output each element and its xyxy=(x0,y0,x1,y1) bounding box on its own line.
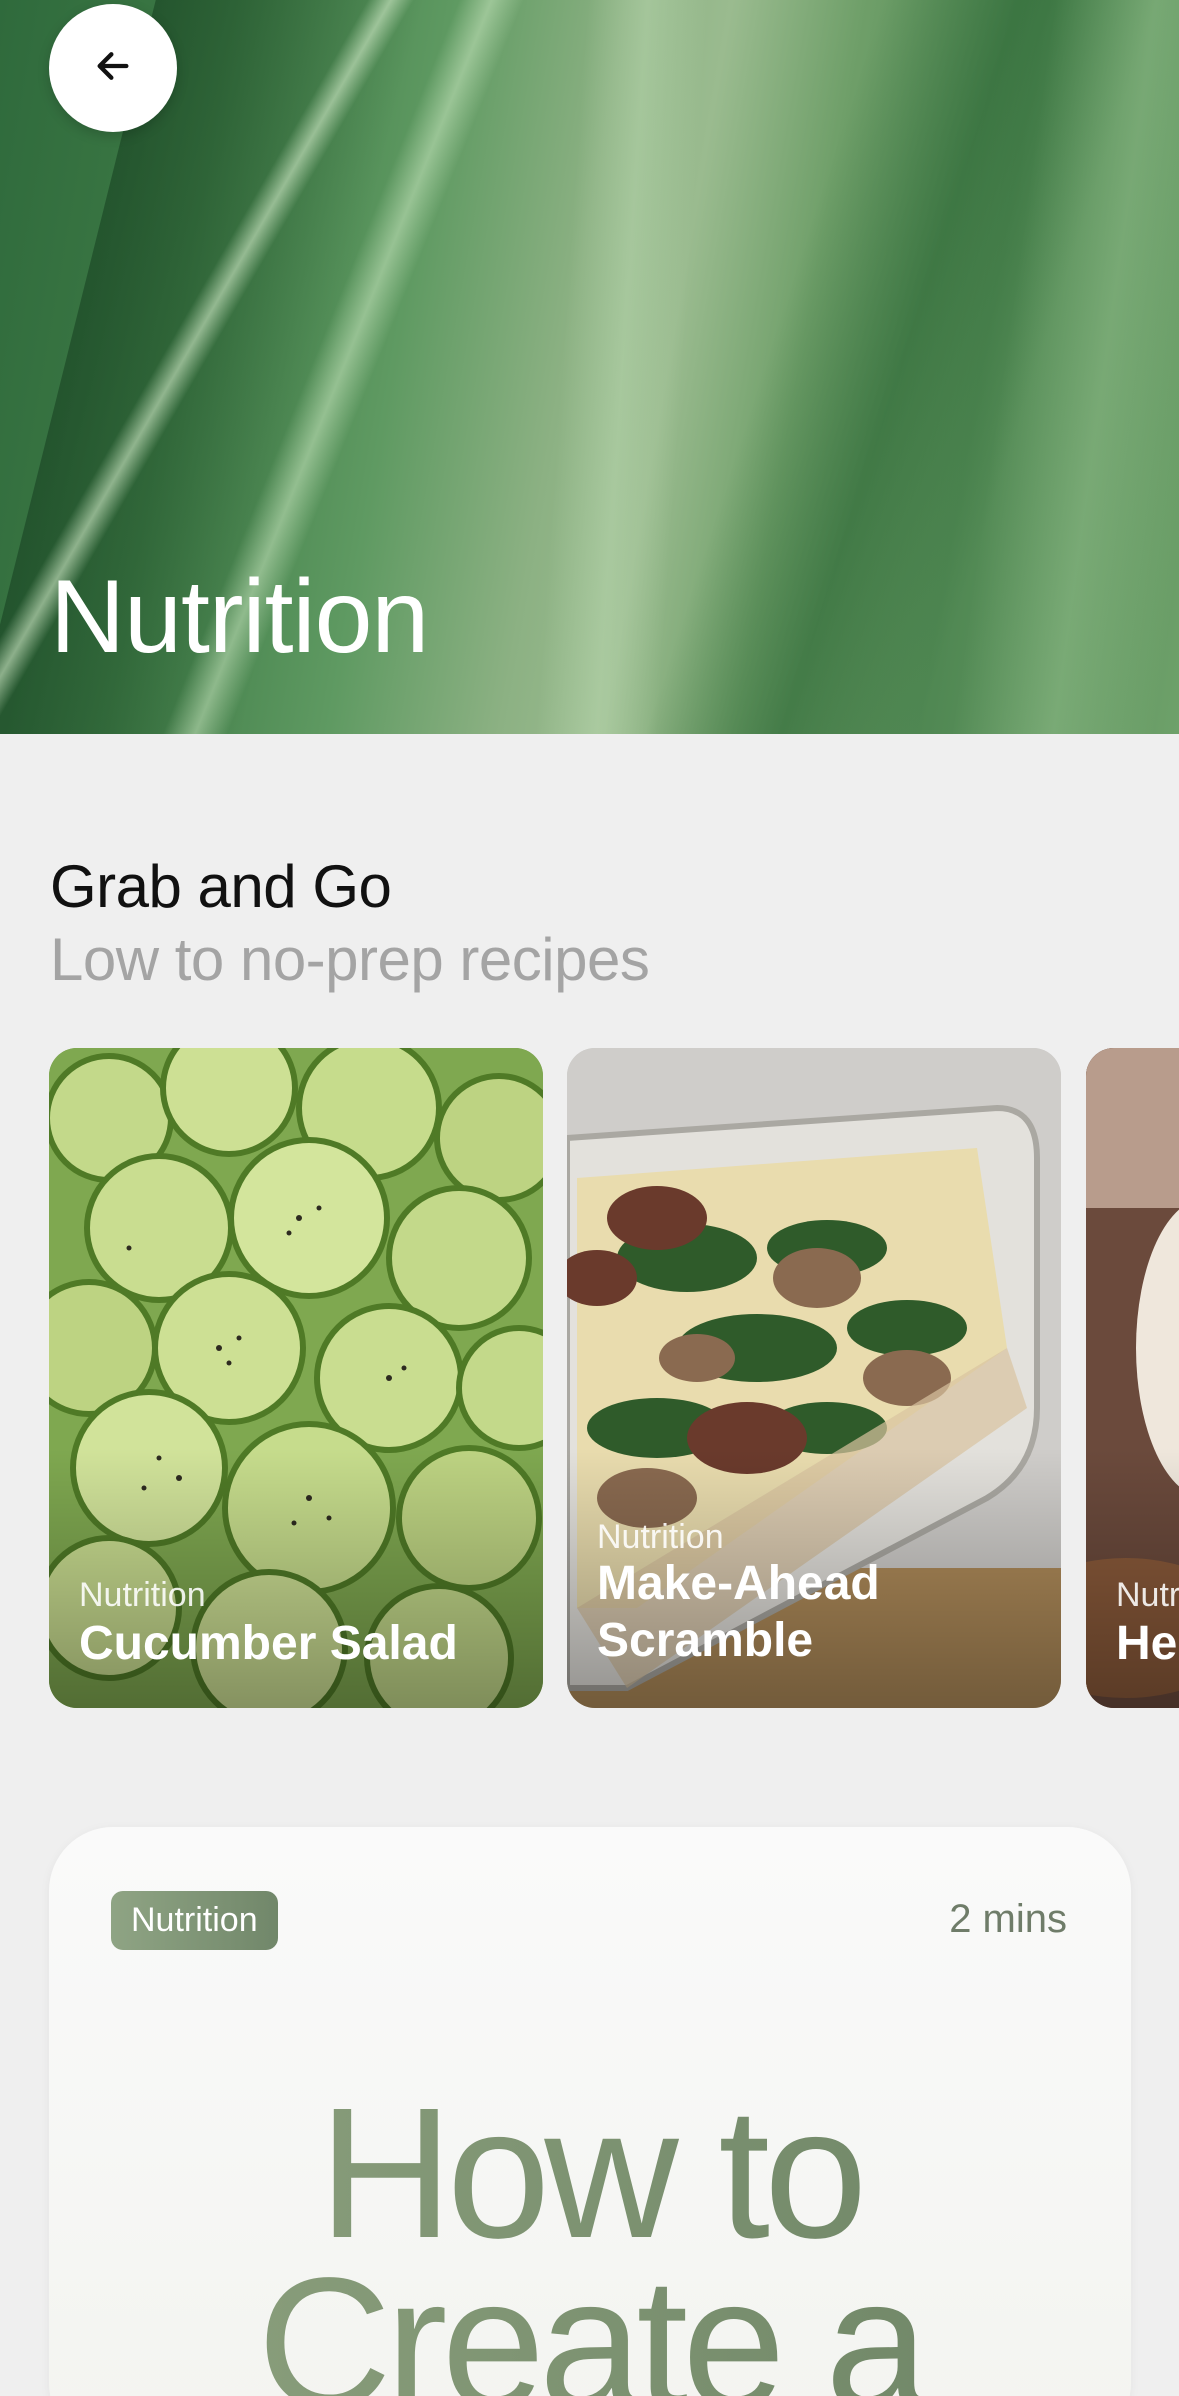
recipe-name: He xyxy=(1116,1617,1178,1670)
recipe-name: Make-Ahead Scramble xyxy=(597,1557,880,1667)
back-button[interactable] xyxy=(49,4,177,132)
arrow-left-icon xyxy=(93,46,133,91)
recipe-category: Nutrition xyxy=(1116,1576,1179,1614)
section-subtitle: Low to no-prep recipes xyxy=(50,926,650,993)
recipe-name: Cucumber Salad xyxy=(79,1617,458,1670)
recipe-card-cucumber-salad[interactable]: Nutrition Cucumber Salad xyxy=(49,1048,543,1708)
page-title: Nutrition xyxy=(50,559,429,675)
recipe-carousel[interactable]: Nutrition Cucumber Salad Nutrition Make-… xyxy=(0,1048,1179,1708)
recipe-category: Nutrition xyxy=(79,1576,206,1614)
recipe-card-make-ahead-scramble[interactable]: Nutrition Make-Ahead Scramble xyxy=(567,1048,1061,1708)
category-tag: Nutrition xyxy=(111,1891,278,1950)
read-time: 2 mins xyxy=(949,1897,1067,1941)
article-card[interactable]: Nutrition 2 mins How to Create a xyxy=(49,1827,1131,2396)
section-title: Grab and Go xyxy=(50,853,392,920)
recipe-category: Nutrition xyxy=(597,1518,724,1556)
recipe-card-partial[interactable]: Nutrition He xyxy=(1086,1048,1179,1708)
hero-banner: Nutrition xyxy=(0,0,1179,734)
article-title: How to Create a xyxy=(49,2081,1131,2396)
